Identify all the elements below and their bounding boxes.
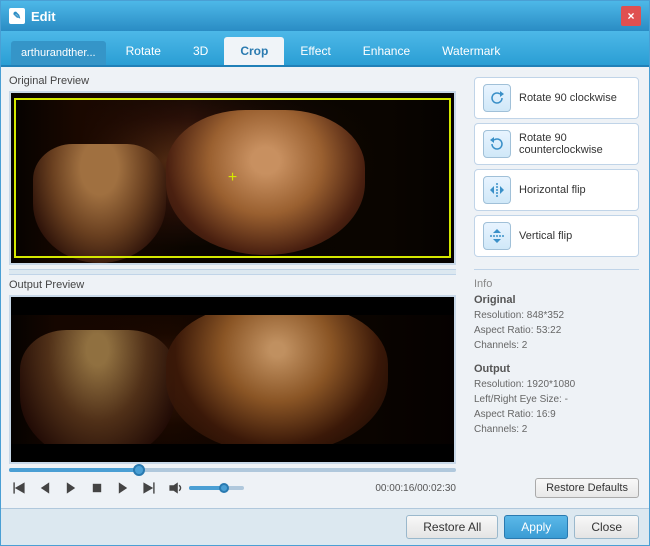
right-panel: Rotate 90 clockwise Rotate 90 counterclo… [464, 67, 649, 508]
restore-all-button[interactable]: Restore All [406, 515, 498, 539]
divider [9, 269, 456, 275]
prev-frame-button[interactable] [35, 478, 55, 498]
rotate-cw-icon [483, 84, 511, 112]
info-title: Info [474, 278, 639, 290]
bottom-bar: Restore All Apply Close [1, 508, 649, 545]
edit-window: ✎ Edit × arthurandther... Rotate 3D Crop… [0, 0, 650, 546]
skip-start-button[interactable] [9, 478, 29, 498]
tab-3d[interactable]: 3D [177, 37, 224, 65]
progress-area [9, 468, 456, 472]
app-icon: ✎ [9, 8, 25, 24]
tab-bar: arthurandther... Rotate 3D Crop Effect E… [1, 31, 649, 67]
vflip-label: Vertical flip [519, 230, 572, 242]
tab-rotate[interactable]: Rotate [110, 37, 177, 65]
output-info: Output Resolution: 1920*1080 Left/Right … [474, 363, 639, 437]
output-resolution: Resolution: 1920*1080 [474, 377, 639, 392]
rotate-cw-button[interactable]: Rotate 90 clockwise [474, 77, 639, 119]
out-person-right [166, 305, 388, 454]
volume-bar[interactable] [189, 486, 244, 490]
original-video-frame [11, 93, 454, 263]
hflip-button[interactable]: Horizontal flip [474, 169, 639, 211]
vflip-button[interactable]: Vertical flip [474, 215, 639, 257]
info-section: Info Original Resolution: 848*352 Aspect… [474, 269, 639, 447]
tab-effect[interactable]: Effect [284, 37, 346, 65]
tab-watermark[interactable]: Watermark [426, 37, 516, 65]
original-preview: + [9, 91, 456, 265]
progress-bar[interactable] [9, 468, 456, 472]
original-info-label: Original [474, 294, 639, 306]
skip-end-button[interactable] [139, 478, 159, 498]
stop-button[interactable] [87, 478, 107, 498]
hflip-icon [483, 176, 511, 204]
apply-button[interactable]: Apply [504, 515, 568, 539]
tab-crop[interactable]: Crop [224, 37, 284, 65]
close-button[interactable]: × [621, 6, 641, 26]
restore-defaults-area: Restore Defaults [474, 478, 639, 498]
rotate-cw-label: Rotate 90 clockwise [519, 92, 617, 104]
original-aspect: Aspect Ratio: 53:22 [474, 323, 639, 338]
letterbox-bottom [11, 444, 454, 462]
progress-knob[interactable] [133, 464, 145, 476]
title-bar: ✎ Edit × [1, 1, 649, 31]
file-tab[interactable]: arthurandther... [11, 41, 106, 65]
left-panel: Original Preview + Output Preview [1, 67, 464, 508]
original-resolution: Resolution: 848*352 [474, 308, 639, 323]
output-info-label: Output [474, 363, 639, 375]
volume-knob[interactable] [219, 483, 229, 493]
output-preview [9, 295, 456, 464]
rotate-ccw-label: Rotate 90 counterclockwise [519, 132, 630, 156]
rotate-ccw-icon [483, 130, 511, 158]
volume-icon[interactable] [165, 478, 185, 498]
output-video-frame [11, 297, 454, 462]
vflip-icon [483, 222, 511, 250]
original-info: Original Resolution: 848*352 Aspect Rati… [474, 294, 639, 353]
original-preview-label: Original Preview [9, 75, 456, 87]
time-display: 00:00:16/00:02:30 [375, 483, 456, 494]
progress-fill [9, 468, 143, 472]
window-title: Edit [31, 9, 621, 24]
close-button-bottom[interactable]: Close [574, 515, 639, 539]
hflip-label: Horizontal flip [519, 184, 586, 196]
original-channels: Channels: 2 [474, 338, 639, 353]
output-channels: Channels: 2 [474, 422, 639, 437]
output-aspect: Aspect Ratio: 16:9 [474, 407, 639, 422]
output-preview-label: Output Preview [9, 279, 456, 291]
tab-enhance[interactable]: Enhance [347, 37, 426, 65]
person-right-silhouette [166, 110, 365, 255]
person-left-silhouette [33, 144, 166, 263]
volume-container [165, 478, 244, 498]
restore-defaults-button[interactable]: Restore Defaults [535, 478, 639, 498]
playback-controls: 00:00:16/00:02:30 [9, 476, 456, 500]
next-frame-button[interactable] [113, 478, 133, 498]
out-person-left [20, 330, 175, 462]
letterbox-top [11, 297, 454, 315]
play-button[interactable] [61, 478, 81, 498]
output-leftright: Left/Right Eye Size: - [474, 392, 639, 407]
main-content: Original Preview + Output Preview [1, 67, 649, 508]
rotate-ccw-button[interactable]: Rotate 90 counterclockwise [474, 123, 639, 165]
